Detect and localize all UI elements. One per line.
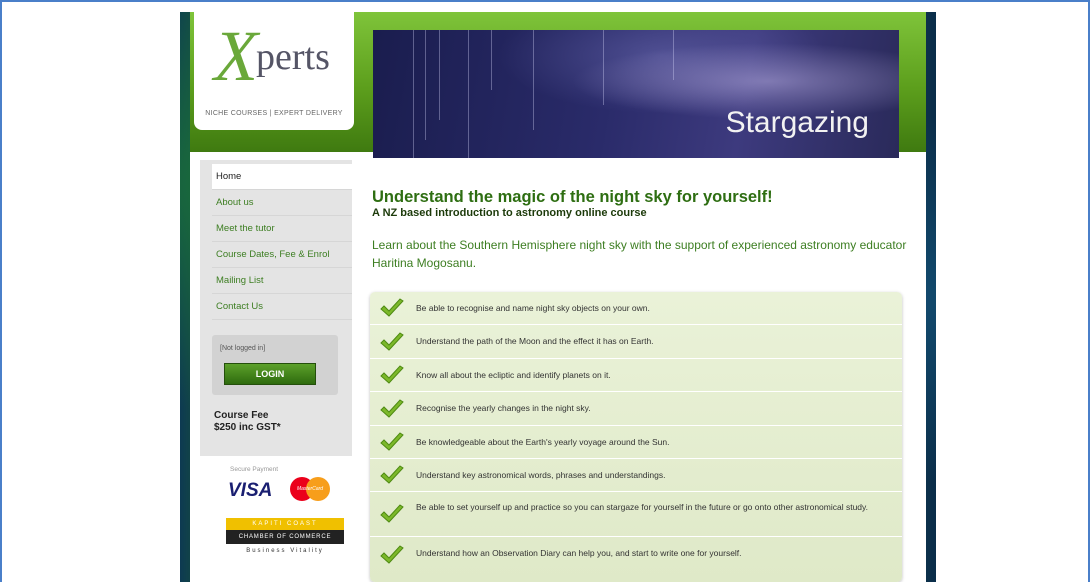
nav-item-meet-the-tutor[interactable]: Meet the tutor — [212, 216, 352, 242]
main-content: Understand the magic of the night sky fo… — [372, 188, 912, 272]
stargazing-banner: Stargazing — [373, 30, 899, 158]
star-trail — [413, 30, 414, 158]
list-item: Recognise the yearly changes in the nigh… — [370, 392, 902, 426]
list-item: Be knowledgeable about the Earth's yearl… — [370, 426, 902, 459]
intro-paragraph: Learn about the Southern Hemisphere nigh… — [372, 238, 907, 270]
sidebar-nav: Home About us Meet the tutor Course Date… — [212, 164, 352, 320]
login-button[interactable]: LOGIN — [224, 363, 316, 385]
nav-item-about-us[interactable]: About us — [212, 190, 352, 216]
secure-payment-label: Secure Payment — [230, 466, 279, 473]
banner-title: Stargazing — [725, 106, 869, 139]
star-trail — [425, 30, 426, 140]
objective-text: Understand key astronomical words, phras… — [416, 470, 666, 480]
secure-payment-badge: Secure Payment VISA MasterCard — [220, 466, 330, 501]
objective-text: Be able to recognise and name night sky … — [416, 303, 650, 313]
page-title: Understand the magic of the night sky fo… — [372, 188, 773, 206]
login-status: [Not logged in] — [220, 345, 266, 352]
objectives-list: Be able to recognise and name night sky … — [370, 292, 902, 582]
page-subtitle: A NZ based introduction to astronomy onl… — [372, 207, 647, 219]
chamber-name: CHAMBER OF COMMERCE — [226, 530, 344, 544]
checkmark-icon — [380, 398, 404, 418]
objective-text: Understand the path of the Moon and the … — [416, 336, 654, 346]
checkmark-icon — [380, 298, 404, 317]
objective-text: Recognise the yearly changes in the nigh… — [416, 403, 591, 413]
nav-item-course-dates[interactable]: Course Dates, Fee & Enrol — [212, 242, 352, 268]
logo-wordmark: perts — [256, 36, 330, 78]
visa-logo: VISA — [228, 480, 273, 501]
checkmark-icon — [380, 545, 404, 564]
course-fee: Course Fee $250 inc GST* — [214, 410, 281, 434]
list-item: Know all about the ecliptic and identify… — [370, 359, 902, 392]
chamber-of-commerce-logo[interactable]: KAPITI COAST CHAMBER OF COMMERCE Busines… — [226, 518, 344, 564]
mastercard-label: MasterCard — [296, 486, 324, 492]
course-fee-label: Course Fee — [214, 410, 269, 421]
list-item: Understand key astronomical words, phras… — [370, 459, 902, 492]
star-trail — [603, 30, 604, 105]
checkmark-icon — [380, 465, 404, 484]
checkmark-icon — [380, 331, 404, 351]
browser-frame: X perts NICHE COURSES | EXPERT DELIVERY … — [0, 0, 1090, 582]
nav-item-home[interactable]: Home — [212, 164, 352, 190]
course-fee-amount: $250 inc GST* — [214, 422, 281, 433]
objective-text: Understand how an Observation Diary can … — [416, 548, 742, 558]
checkmark-icon — [380, 504, 404, 523]
list-item: Be able to set yourself up and practice … — [370, 492, 902, 537]
list-item: Be able to recognise and name night sky … — [370, 292, 902, 325]
chamber-region: KAPITI COAST — [226, 518, 344, 530]
objective-text: Be able to set yourself up and practice … — [416, 502, 869, 512]
nav-item-mailing-list[interactable]: Mailing List — [212, 268, 352, 294]
nav-item-contact-us[interactable]: Contact Us — [212, 294, 352, 320]
logo-tagline: NICHE COURSES | EXPERT DELIVERY — [205, 110, 343, 117]
list-item: Understand the path of the Moon and the … — [370, 325, 902, 359]
logo-x-glyph: X — [214, 16, 258, 96]
list-item: Understand how an Observation Diary can … — [370, 537, 902, 573]
checkmark-icon — [380, 432, 404, 451]
page-container: X perts NICHE COURSES | EXPERT DELIVERY … — [190, 12, 926, 582]
star-trail — [673, 30, 674, 80]
objective-text: Know all about the ecliptic and identify… — [416, 370, 611, 380]
star-trail — [491, 30, 492, 90]
sidebar: Home About us Meet the tutor Course Date… — [200, 160, 352, 456]
login-box: [Not logged in] LOGIN — [212, 335, 338, 395]
star-trail — [533, 30, 534, 130]
checkmark-icon — [380, 365, 404, 384]
star-trail — [439, 30, 440, 120]
xperts-logo[interactable]: X perts NICHE COURSES | EXPERT DELIVERY — [194, 12, 354, 130]
chamber-slogan: Business Vitality — [226, 544, 344, 558]
objective-text: Be knowledgeable about the Earth's yearl… — [416, 437, 670, 447]
star-trail — [468, 30, 469, 158]
